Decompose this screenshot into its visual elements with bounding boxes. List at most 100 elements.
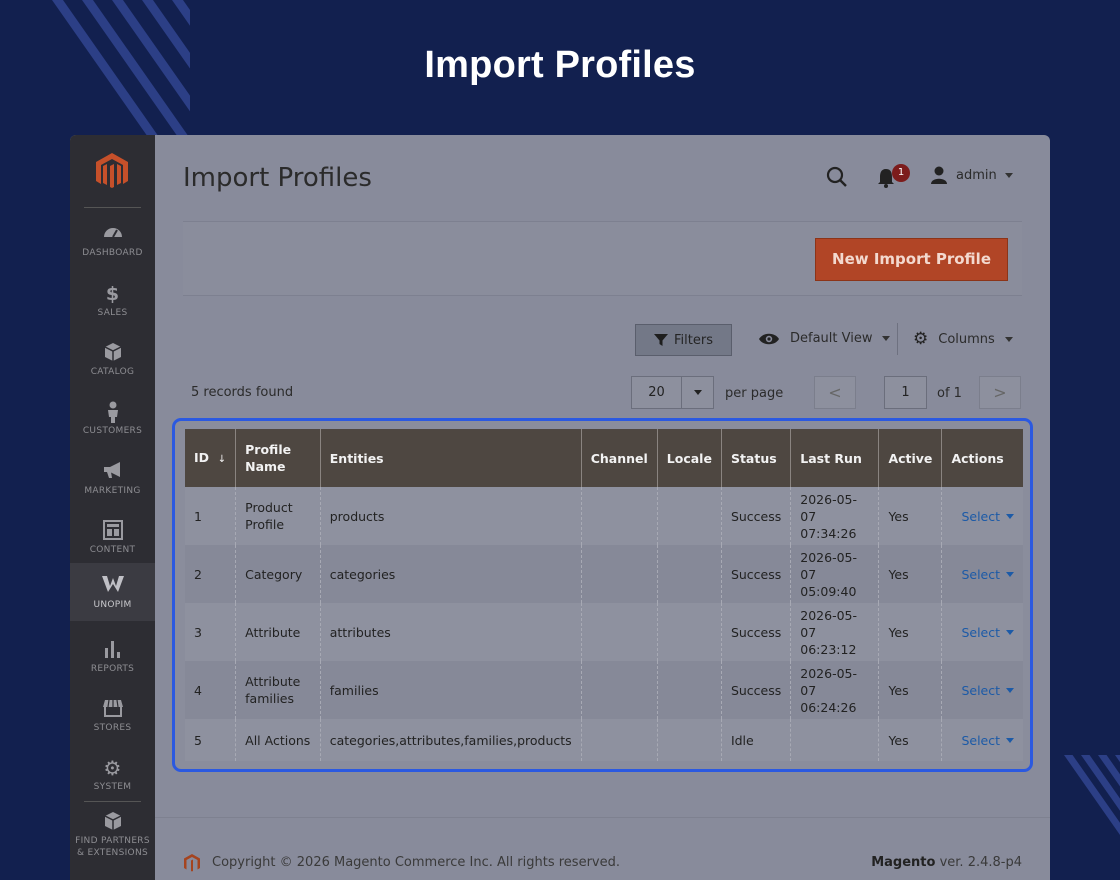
- sidebar-item-label: REPORTS: [90, 664, 135, 674]
- table-row[interactable]: 1 Product Profile products Success 2026-…: [185, 487, 1023, 545]
- cell-last-run: 2026-05-07 07:34:26: [790, 487, 880, 545]
- chevron-down-icon: [1006, 629, 1014, 635]
- sidebar-item-marketing[interactable]: MARKETING: [70, 453, 155, 511]
- cell-profile-name: Attribute: [235, 603, 321, 661]
- page-number-input[interactable]: 1: [884, 376, 927, 409]
- gear-icon: ⚙: [913, 329, 929, 349]
- sidebar-item-content[interactable]: CONTENT: [70, 512, 155, 570]
- sidebar-item-label: SYSTEM: [93, 782, 132, 792]
- magento-logo-icon[interactable]: [94, 151, 130, 191]
- magento-logo-icon: [184, 854, 200, 872]
- sidebar-item-label: CATALOG: [90, 367, 135, 377]
- cell-locale: [657, 545, 722, 603]
- cell-entities: categories,attributes,families,products: [320, 719, 582, 761]
- column-header-locale[interactable]: Locale: [657, 429, 722, 487]
- banner-title: Import Profiles: [424, 44, 696, 86]
- sidebar-item-label: CONTENT: [89, 545, 136, 555]
- cell-locale: [657, 661, 722, 719]
- cell-active: Yes: [878, 603, 943, 661]
- cell-id: 5: [185, 719, 237, 761]
- sidebar-item-catalog[interactable]: CATALOG: [70, 334, 155, 392]
- column-header-status[interactable]: Status: [721, 429, 792, 487]
- column-header-last-run[interactable]: Last Run: [790, 429, 880, 487]
- columns-selector[interactable]: ⚙ Columns: [913, 329, 1013, 349]
- megaphone-icon: [70, 461, 155, 483]
- import-profiles-table: ID ↓ Profile Name Entities Channel Local…: [185, 429, 1023, 761]
- cell-channel: [581, 661, 658, 719]
- cell-active: Yes: [878, 719, 943, 761]
- chevron-down-icon: [1006, 737, 1014, 743]
- view-selector[interactable]: Default View: [758, 331, 891, 346]
- decorative-stripes-bottom-right: [1045, 755, 1120, 845]
- box-icon: [70, 811, 155, 833]
- layout-icon: [70, 520, 155, 542]
- user-menu[interactable]: admin: [930, 165, 1013, 185]
- table-row[interactable]: 2 Category categories Success 2026-05-07…: [185, 545, 1023, 603]
- cell-entities: categories: [320, 545, 582, 603]
- notification-count-badge: 1: [892, 164, 910, 182]
- cell-status: Success: [721, 661, 792, 719]
- table-row[interactable]: 4 Attribute families families Success 20…: [185, 661, 1023, 719]
- chevron-down-icon: [1006, 513, 1014, 519]
- sidebar-item-reports[interactable]: REPORTS: [70, 631, 155, 689]
- footer-version-number: ver. 2.4.8-p4: [939, 855, 1022, 870]
- sidebar-item-find-partners[interactable]: FIND PARTNERS & EXTENSIONS: [70, 803, 155, 873]
- table-row[interactable]: 5 All Actions categories,attributes,fami…: [185, 719, 1023, 761]
- sidebar-item-dashboard[interactable]: DASHBOARD: [70, 215, 155, 273]
- column-header-active[interactable]: Active: [878, 429, 943, 487]
- column-header-entities[interactable]: Entities: [320, 429, 582, 487]
- cell-profile-name: Attribute families: [235, 661, 321, 719]
- per-page-value: 20: [632, 377, 682, 408]
- funnel-icon: [654, 334, 669, 346]
- cell-actions: Select: [941, 545, 1023, 603]
- sidebar-item-label: FIND PARTNERS: [75, 836, 150, 846]
- sidebar-item-stores[interactable]: STORES: [70, 690, 155, 748]
- sidebar-item-unopim[interactable]: UNOPIM: [70, 563, 155, 621]
- row-select-action[interactable]: Select: [951, 624, 1014, 641]
- sidebar-item-system[interactable]: ⚙ SYSTEM: [70, 749, 155, 807]
- records-found: 5 records found: [191, 385, 294, 400]
- toolbar-divider: [897, 323, 898, 355]
- chevron-down-icon: [1004, 172, 1013, 178]
- search-icon[interactable]: [825, 165, 849, 189]
- column-header-id[interactable]: ID ↓: [185, 429, 237, 487]
- page-title: Import Profiles: [183, 163, 372, 193]
- new-import-profile-button[interactable]: New Import Profile: [815, 238, 1008, 281]
- cell-profile-name: Category: [235, 545, 321, 603]
- page-actions-bar: New Import Profile: [183, 221, 1022, 296]
- cell-channel: [581, 487, 658, 545]
- cell-last-run: 2026-05-07 05:09:40: [790, 545, 880, 603]
- footer-version: Magento ver. 2.4.8-p4: [871, 855, 1022, 870]
- sidebar-item-label: SALES: [97, 308, 128, 318]
- dashboard-icon: [70, 223, 155, 245]
- cell-locale: [657, 603, 722, 661]
- filters-label: Filters: [674, 332, 713, 348]
- sidebar-item-customers[interactable]: CUSTOMERS: [70, 393, 155, 451]
- per-page-select[interactable]: 20: [631, 376, 714, 409]
- sidebar-item-sales[interactable]: $ SALES: [70, 275, 155, 333]
- row-select-action[interactable]: Select: [951, 682, 1014, 699]
- row-select-action[interactable]: Select: [951, 508, 1014, 525]
- column-header-channel[interactable]: Channel: [581, 429, 658, 487]
- column-header-profile-name[interactable]: Profile Name: [235, 429, 321, 487]
- cell-locale: [657, 719, 722, 761]
- row-select-action[interactable]: Select: [951, 566, 1014, 583]
- cell-status: Success: [721, 603, 792, 661]
- filters-button[interactable]: Filters: [635, 324, 732, 356]
- table-row[interactable]: 3 Attribute attributes Success 2026-05-0…: [185, 603, 1023, 661]
- cell-actions: Select: [941, 487, 1023, 545]
- page-total: of 1: [937, 386, 962, 401]
- cell-entities: products: [320, 487, 582, 545]
- cell-channel: [581, 545, 658, 603]
- store-icon: [70, 698, 155, 720]
- previous-page-button[interactable]: <: [814, 376, 856, 409]
- next-page-button[interactable]: >: [979, 376, 1021, 409]
- footer-divider: [155, 817, 1050, 818]
- sidebar-item-label: STORES: [93, 723, 132, 733]
- cell-entities: attributes: [320, 603, 582, 661]
- row-select-action[interactable]: Select: [951, 732, 1014, 749]
- cell-active: Yes: [878, 661, 943, 719]
- sidebar: DASHBOARD $ SALES CATALOG CUSTOMERS MARK…: [70, 135, 155, 880]
- unopim-icon: [70, 575, 155, 597]
- cell-channel: [581, 603, 658, 661]
